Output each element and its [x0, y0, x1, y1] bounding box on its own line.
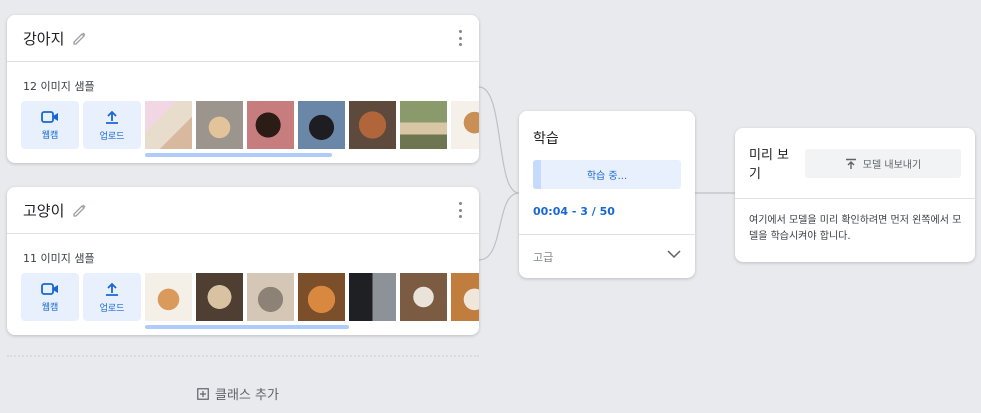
edit-pencil-icon[interactable] — [72, 202, 88, 218]
export-model-button[interactable]: 모델 내보내기 — [805, 149, 961, 178]
chevron-down-icon[interactable] — [667, 249, 681, 259]
orange-cat-thumbnail[interactable] — [298, 273, 345, 321]
videocam-icon — [41, 110, 58, 123]
divider — [735, 198, 975, 199]
webcam-button[interactable]: 웹캠 — [21, 101, 79, 149]
preview-card: 미리 보기 모델 내보내기 여기에서 모델을 미리 확인하려면 먼저 왼쪽에서 … — [735, 128, 975, 262]
class-header: 강아지 — [7, 15, 479, 62]
preview-message: 여기에서 모델을 미리 확인하려면 먼저 왼쪽에서 모델을 학습시켜야 합니다. — [749, 215, 962, 242]
videocam-icon — [41, 282, 58, 295]
divider — [519, 234, 695, 235]
webcam-button[interactable]: 웹캠 — [21, 273, 79, 321]
class-header: 고양이 — [7, 187, 479, 234]
sample-sources: 웹캠 업로드 — [21, 273, 141, 321]
shiba-puppy-thumbnail[interactable] — [196, 101, 243, 149]
class-card-cat: 고양이 11 이미지 샘플 웹캠 업로드 — [7, 187, 479, 335]
add-class-button[interactable]: 클래스 추가 — [197, 384, 279, 403]
train-model-button[interactable]: 학습 중... — [533, 160, 681, 189]
class-card-dog: 강아지 12 이미지 샘플 웹캠 업로드 — [7, 15, 479, 163]
orange-kitten-thumbnail[interactable] — [145, 273, 192, 321]
train-button-label: 학습 중... — [586, 171, 628, 182]
training-title: 학습 — [533, 131, 559, 147]
more-options-icon[interactable] — [459, 202, 463, 218]
export-label: 모델 내보내기 — [862, 160, 922, 171]
orange-white-cat-thumbnail[interactable] — [451, 273, 479, 321]
upload-button[interactable]: 업로드 — [83, 101, 141, 149]
webcam-label: 웹캠 — [41, 130, 59, 141]
upload-label: 업로드 — [99, 303, 125, 314]
sample-thumbnails[interactable] — [145, 101, 479, 149]
upload-label: 업로드 — [99, 131, 125, 142]
samples-count: 11 이미지 샘플 — [23, 252, 95, 265]
thumbnail-scrollbar[interactable] — [145, 325, 349, 329]
webcam-label: 웹캠 — [41, 302, 59, 313]
tabby-couch-thumbnail[interactable] — [400, 273, 447, 321]
beagle-thumbnail[interactable] — [451, 101, 479, 149]
preview-title: 미리 보기 — [749, 148, 790, 182]
upload-button[interactable]: 업로드 — [83, 273, 141, 321]
poodle-thumbnail[interactable] — [349, 101, 396, 149]
training-progress: 00:04 - 3 / 50 — [533, 205, 615, 218]
export-icon — [845, 158, 856, 169]
add-box-icon — [197, 387, 209, 400]
training-card: 학습 학습 중... 00:04 - 3 / 50 고급 — [519, 111, 695, 278]
edit-pencil-icon[interactable] — [72, 30, 88, 46]
thumbnail-scrollbar[interactable] — [145, 153, 332, 157]
more-options-icon[interactable] — [459, 30, 463, 46]
advanced-toggle-label[interactable]: 고급 — [533, 249, 553, 265]
add-class-label: 클래스 추가 — [215, 388, 279, 403]
dog-collage-thumbnail[interactable] — [145, 101, 192, 149]
upload-icon — [106, 110, 118, 124]
next-class-card-placeholder — [7, 355, 479, 367]
black-grey-cats-thumbnail[interactable] — [349, 273, 396, 321]
black-dog-thumbnail[interactable] — [298, 101, 345, 149]
class-name[interactable]: 고양이 — [23, 200, 64, 221]
puppies-group-thumbnail[interactable] — [400, 101, 447, 149]
dachshund-thumbnail[interactable] — [247, 101, 294, 149]
tabby-cat-thumbnail[interactable] — [196, 273, 243, 321]
sample-sources: 웹캠 업로드 — [21, 101, 141, 149]
lying-cat-thumbnail[interactable] — [247, 273, 294, 321]
samples-count: 12 이미지 샘플 — [23, 80, 95, 93]
sample-thumbnails[interactable] — [145, 273, 479, 321]
upload-icon — [106, 282, 118, 296]
class-name[interactable]: 강아지 — [23, 28, 64, 49]
